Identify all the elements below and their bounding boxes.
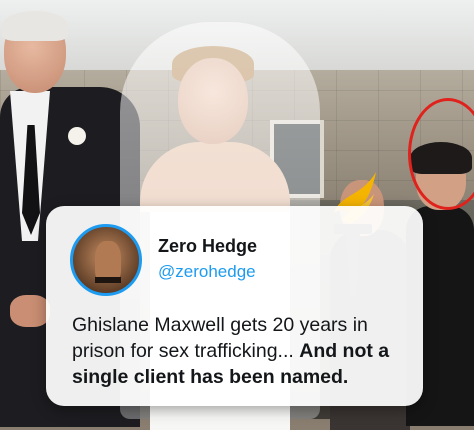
avatar-band: [95, 277, 121, 283]
tweet-card[interactable]: Zero Hedge @zerohedge Ghislane Maxwell g…: [46, 206, 423, 406]
man-hand: [10, 295, 50, 327]
display-name[interactable]: Zero Hedge: [158, 236, 257, 257]
user-handle[interactable]: @zerohedge: [158, 262, 256, 282]
profile-avatar[interactable]: [70, 224, 142, 296]
tweet-text: Ghislane Maxwell gets 20 years in prison…: [72, 312, 408, 390]
boutonniere: [68, 127, 86, 145]
man-hair: [2, 11, 68, 41]
